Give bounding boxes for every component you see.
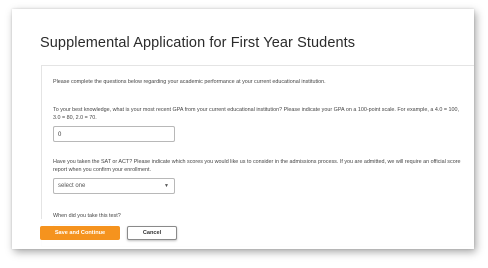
test-select[interactable]: select one ▼ <box>53 178 175 194</box>
cancel-button[interactable]: Cancel <box>127 226 177 240</box>
chevron-down-icon: ▼ <box>164 183 169 189</box>
footer-bar: Save and Continue Cancel <box>12 219 474 249</box>
gpa-question-label: To your best knowledge, what is your mos… <box>53 107 459 121</box>
page-title: Supplemental Application for First Year … <box>40 35 356 51</box>
application-card: Supplemental Application for First Year … <box>12 9 474 249</box>
gpa-input[interactable]: 0 <box>53 126 175 142</box>
intro-text: Please complete the questions below rega… <box>53 79 326 85</box>
save-and-continue-button[interactable]: Save and Continue <box>40 226 120 240</box>
test-question-label: Have you taken the SAT or ACT? Please in… <box>53 159 461 173</box>
test-select-value: select one <box>58 183 86 189</box>
